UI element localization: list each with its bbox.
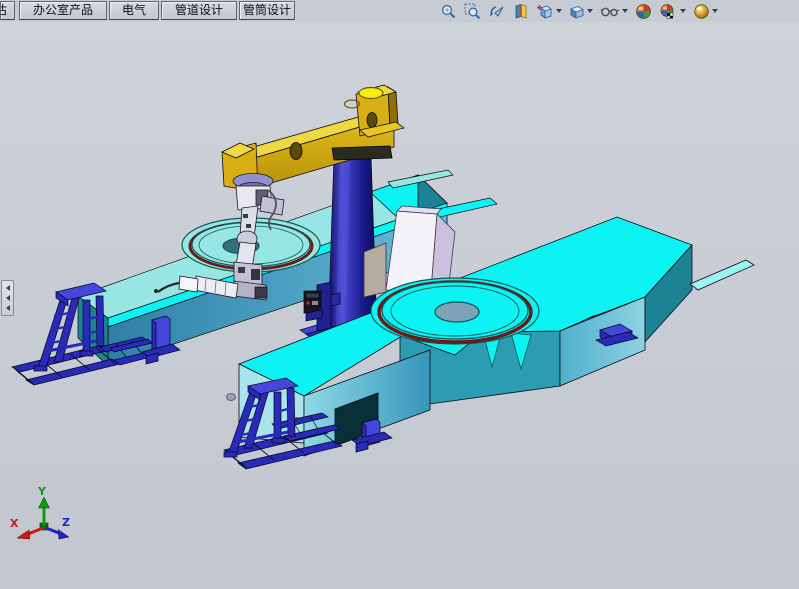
zoom-to-area-icon: [464, 3, 481, 20]
tab-partial-label: 评估: [0, 2, 7, 19]
hide-show-items-icon: [600, 3, 620, 20]
display-style-icon: [569, 3, 585, 20]
collapse-arrow-icon: [6, 295, 10, 301]
command-bar: 评估 办公室产品 电气 管道设计 管筒设计: [0, 0, 799, 23]
collapse-arrow-icon: [6, 285, 10, 291]
model-scene: Y X Z: [0, 22, 799, 589]
view-orientation-icon: [536, 3, 554, 20]
checkered-flag: [667, 13, 673, 19]
edit-appearance-button[interactable]: [633, 2, 654, 21]
triad-x-label: X: [10, 517, 19, 530]
tab-tubing-design[interactable]: 管筒设计: [239, 1, 295, 20]
feature-panel-expander-button[interactable]: [1, 280, 14, 316]
graphics-viewport[interactable]: Y X Z: [0, 22, 799, 589]
previous-view-icon: [488, 3, 506, 20]
view-orientation-button[interactable]: [534, 2, 564, 21]
tab-piping-design[interactable]: 管道设计: [161, 1, 237, 20]
section-view-icon: [513, 3, 529, 20]
view-orientation-dropdown-arrow[interactable]: [556, 9, 562, 13]
hide-show-dropdown-arrow[interactable]: [622, 9, 628, 13]
hide-show-items-button[interactable]: [598, 2, 630, 21]
view-settings-button[interactable]: [691, 2, 720, 21]
apply-scene-dropdown-arrow[interactable]: [680, 9, 686, 13]
zoom-to-fit-icon: [440, 3, 457, 20]
orientation-triad: Y X Z: [10, 485, 70, 539]
edit-appearance-icon: [635, 3, 652, 20]
apply-scene-button[interactable]: [657, 2, 688, 21]
display-style-dropdown-arrow[interactable]: [587, 9, 593, 13]
view-settings-dropdown-arrow[interactable]: [712, 9, 718, 13]
zoom-to-area-button[interactable]: [462, 2, 483, 21]
app-window: 评估 办公室产品 电气 管道设计 管筒设计: [0, 0, 799, 589]
zoom-to-fit-button[interactable]: [438, 2, 459, 21]
view-heads-up-toolbar: [438, 1, 723, 21]
front-ring[interactable]: [371, 278, 539, 344]
previous-view-button[interactable]: [486, 2, 508, 21]
view-settings-icon: [693, 3, 710, 20]
tab-office-products[interactable]: 办公室产品: [19, 1, 107, 20]
section-view-button[interactable]: [511, 2, 531, 21]
apply-scene-icon: [659, 3, 678, 20]
tab-electrical[interactable]: 电气: [109, 1, 159, 20]
command-tabs: 办公室产品 电气 管道设计 管筒设计: [19, 0, 295, 20]
tab-partial[interactable]: 评估: [0, 1, 15, 20]
display-style-button[interactable]: [567, 2, 595, 21]
collapse-arrow-icon: [6, 305, 10, 311]
triad-y-label: Y: [37, 485, 47, 498]
triad-z-label: Z: [62, 516, 70, 529]
